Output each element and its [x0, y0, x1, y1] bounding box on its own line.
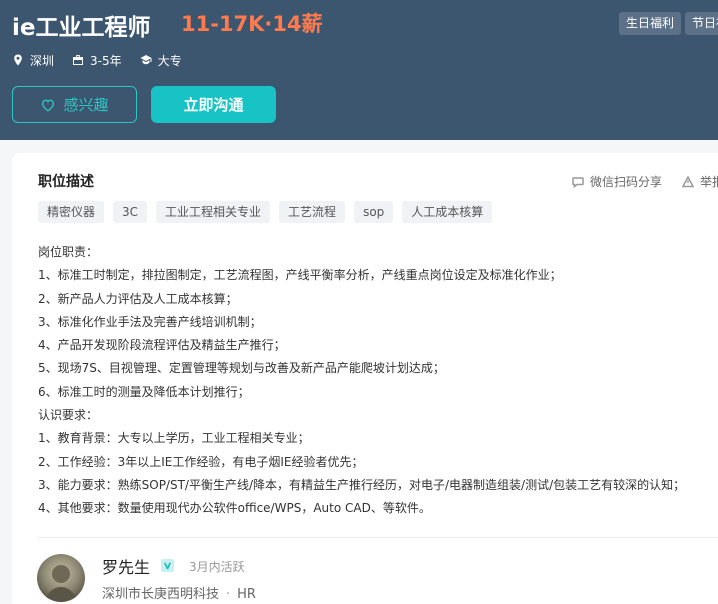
- job-header: ie工业工程师 11-17K·14薪 生日福利 节日福 深圳 3-5年 大专 感…: [0, 0, 718, 140]
- job-description-card: 职位描述 微信扫码分享 举报 精密仪器 3C 工业工程相关专业 工艺流程 sop…: [12, 153, 718, 604]
- share-label: 微信扫码分享: [590, 175, 663, 189]
- chat-now-button[interactable]: 立即沟通: [151, 86, 276, 123]
- company-name: 深圳市长庚西明科技: [102, 587, 220, 602]
- welfare-tag: 节日福: [685, 12, 718, 35]
- verified-badge-icon: [161, 559, 174, 572]
- wechat-share-link[interactable]: 微信扫码分享: [572, 173, 662, 190]
- skill-tag: 工艺流程: [279, 201, 346, 223]
- report-label: 举报: [700, 175, 718, 189]
- welfare-tag: 生日福利: [619, 12, 682, 35]
- report-link[interactable]: 举报: [682, 173, 718, 190]
- warning-triangle-icon: [682, 175, 694, 187]
- salary: 11-17K·14薪: [181, 12, 323, 36]
- skill-tag: 工业工程相关专业: [156, 201, 271, 223]
- job-title: ie工业工程师: [12, 15, 151, 41]
- description-line: 岗位职责：: [38, 245, 99, 259]
- description-line: 4、其他要求：数量使用现代办公软件office/WPS，Auto CAD、等软件…: [38, 501, 431, 516]
- education-text: 大专: [157, 53, 182, 68]
- description-line: 5、现场7S、目视管理、定置管理等规划与改善及新产品产能爬坡计划达成；: [38, 361, 445, 376]
- description-line: 1、教育背景：大专以上学历，工业工程相关专业；: [38, 431, 310, 446]
- divider: [38, 537, 718, 538]
- job-education: 大专: [140, 52, 182, 69]
- job-meta: 深圳 3-5年 大专: [12, 52, 200, 68]
- description-line: 2、新产品人力评估及人工成本核算；: [38, 291, 238, 306]
- skill-tag: 3C: [113, 201, 148, 223]
- job-location: 深圳: [12, 52, 54, 69]
- section-title: 职位描述: [38, 174, 94, 190]
- interest-button[interactable]: 感兴趣: [12, 86, 137, 123]
- experience-text: 3-5年: [90, 53, 122, 68]
- skill-tags: 精密仪器 3C 工业工程相关专业 工艺流程 sop 人工成本核算: [38, 201, 501, 223]
- chat-bubble-icon: [572, 176, 584, 188]
- graduation-cap-icon: [140, 55, 152, 65]
- description-line: 6、标准工时的测量及降低本计划推行；: [38, 384, 250, 399]
- job-experience: 3-5年: [72, 52, 122, 69]
- skill-tag: sop: [354, 201, 394, 223]
- separator-dot: ·: [226, 587, 231, 602]
- description-line: 4、产品开发现阶段流程评估及精益生产推行；: [38, 338, 286, 353]
- interest-label: 感兴趣: [63, 96, 109, 114]
- recruiter-name: 罗先生: [102, 558, 151, 577]
- briefcase-icon: [73, 55, 84, 65]
- recruiter-role: HR: [237, 587, 256, 602]
- description-line: 2、工作经验：3年以上IE工作经验，有电子烟IE经验者优先；: [38, 454, 364, 469]
- recruiter-company: 深圳市长庚西明科技 · HR: [102, 583, 256, 602]
- skill-tag: 人工成本核算: [402, 201, 493, 223]
- description-line: 认识要求：: [38, 408, 99, 423]
- description-line: 1、标准工时制定，排拉图制定，工艺流程图，产线平衡率分析，产线重点岗位设定及标准…: [38, 268, 562, 283]
- avatar-image: [37, 554, 85, 602]
- skill-tag: 精密仪器: [38, 201, 105, 223]
- active-status: 3月内活跃: [189, 560, 245, 574]
- location-text: 深圳: [30, 53, 55, 68]
- location-pin-icon: [14, 54, 22, 66]
- description-line: 3、标准化作业手法及完善产线培训机制；: [38, 314, 262, 329]
- job-description-text: 岗位职责： 1、标准工时制定，排拉图制定，工艺流程图，产线平衡率分析，产线重点岗…: [38, 241, 718, 521]
- description-line: 3、能力要求：熟练SOP/ST/平衡生产线/降本，有精益生产推行经历，对电子/电…: [38, 477, 686, 492]
- heart-icon: [42, 99, 55, 111]
- recruiter-avatar[interactable]: [37, 554, 85, 602]
